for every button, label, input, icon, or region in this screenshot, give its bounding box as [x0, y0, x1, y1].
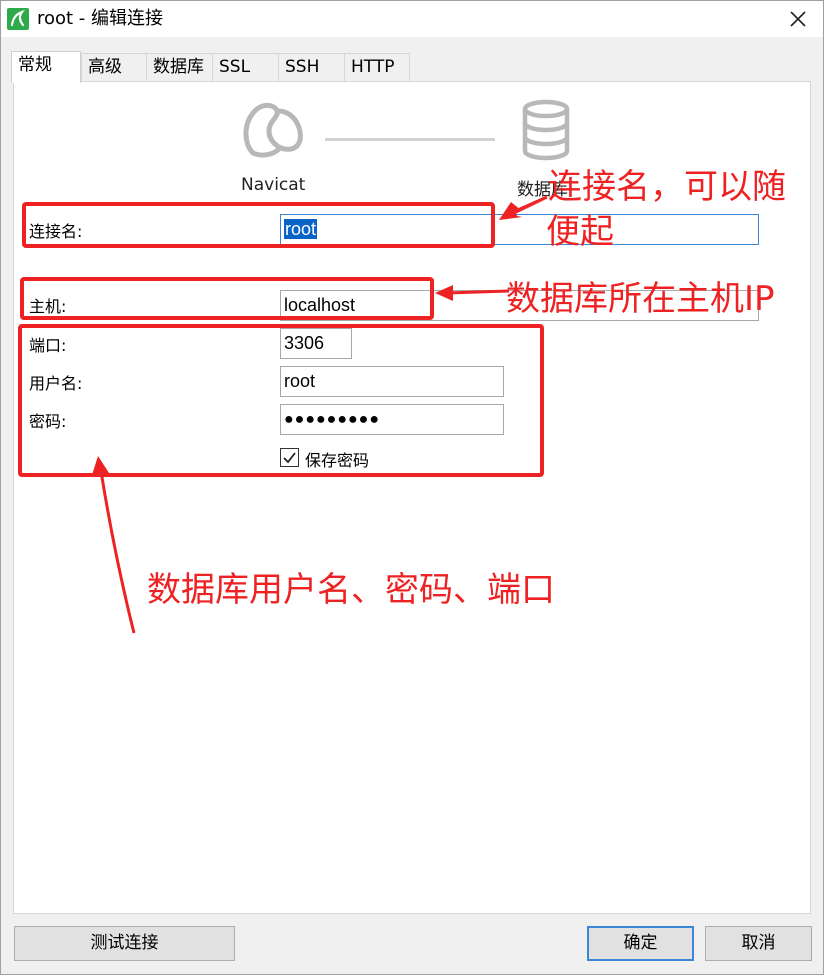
navicat-label: Navicat	[241, 175, 306, 195]
test-connection-button[interactable]: 测试连接	[14, 926, 235, 961]
annotation-box-host	[20, 277, 434, 320]
annotation-connection-name-line2: 便起	[546, 212, 614, 252]
annotation-box-connection-name	[22, 202, 495, 248]
ok-button[interactable]: 确定	[587, 926, 694, 961]
tab-http[interactable]: HTTP	[344, 53, 410, 82]
title-bar: root - 编辑连接	[1, 1, 823, 37]
cancel-button[interactable]: 取消	[705, 926, 812, 961]
navicat-logo-icon	[239, 99, 307, 161]
annotation-connection-name-line1: 连接名，可以随	[548, 167, 786, 207]
navicat-app-icon	[7, 8, 29, 30]
annotation-host: 数据库所在主机IP	[506, 279, 775, 319]
tab-ssh[interactable]: SSH	[278, 53, 345, 82]
edit-connection-window: root - 编辑连接 常规 高级 数据库 SSL SSH HTTP Navic…	[0, 0, 824, 975]
tab-ssl[interactable]: SSL	[212, 53, 279, 82]
annotation-credentials: 数据库用户名、密码、端口	[147, 570, 555, 610]
close-icon[interactable]	[783, 5, 813, 33]
window-title: root - 编辑连接	[37, 8, 164, 29]
connection-line	[325, 138, 495, 141]
database-icon	[521, 99, 571, 161]
annotation-box-credentials	[18, 324, 544, 477]
tab-databases[interactable]: 数据库	[146, 53, 213, 82]
tab-general[interactable]: 常规	[11, 51, 81, 83]
tab-advanced[interactable]: 高级	[81, 53, 147, 82]
